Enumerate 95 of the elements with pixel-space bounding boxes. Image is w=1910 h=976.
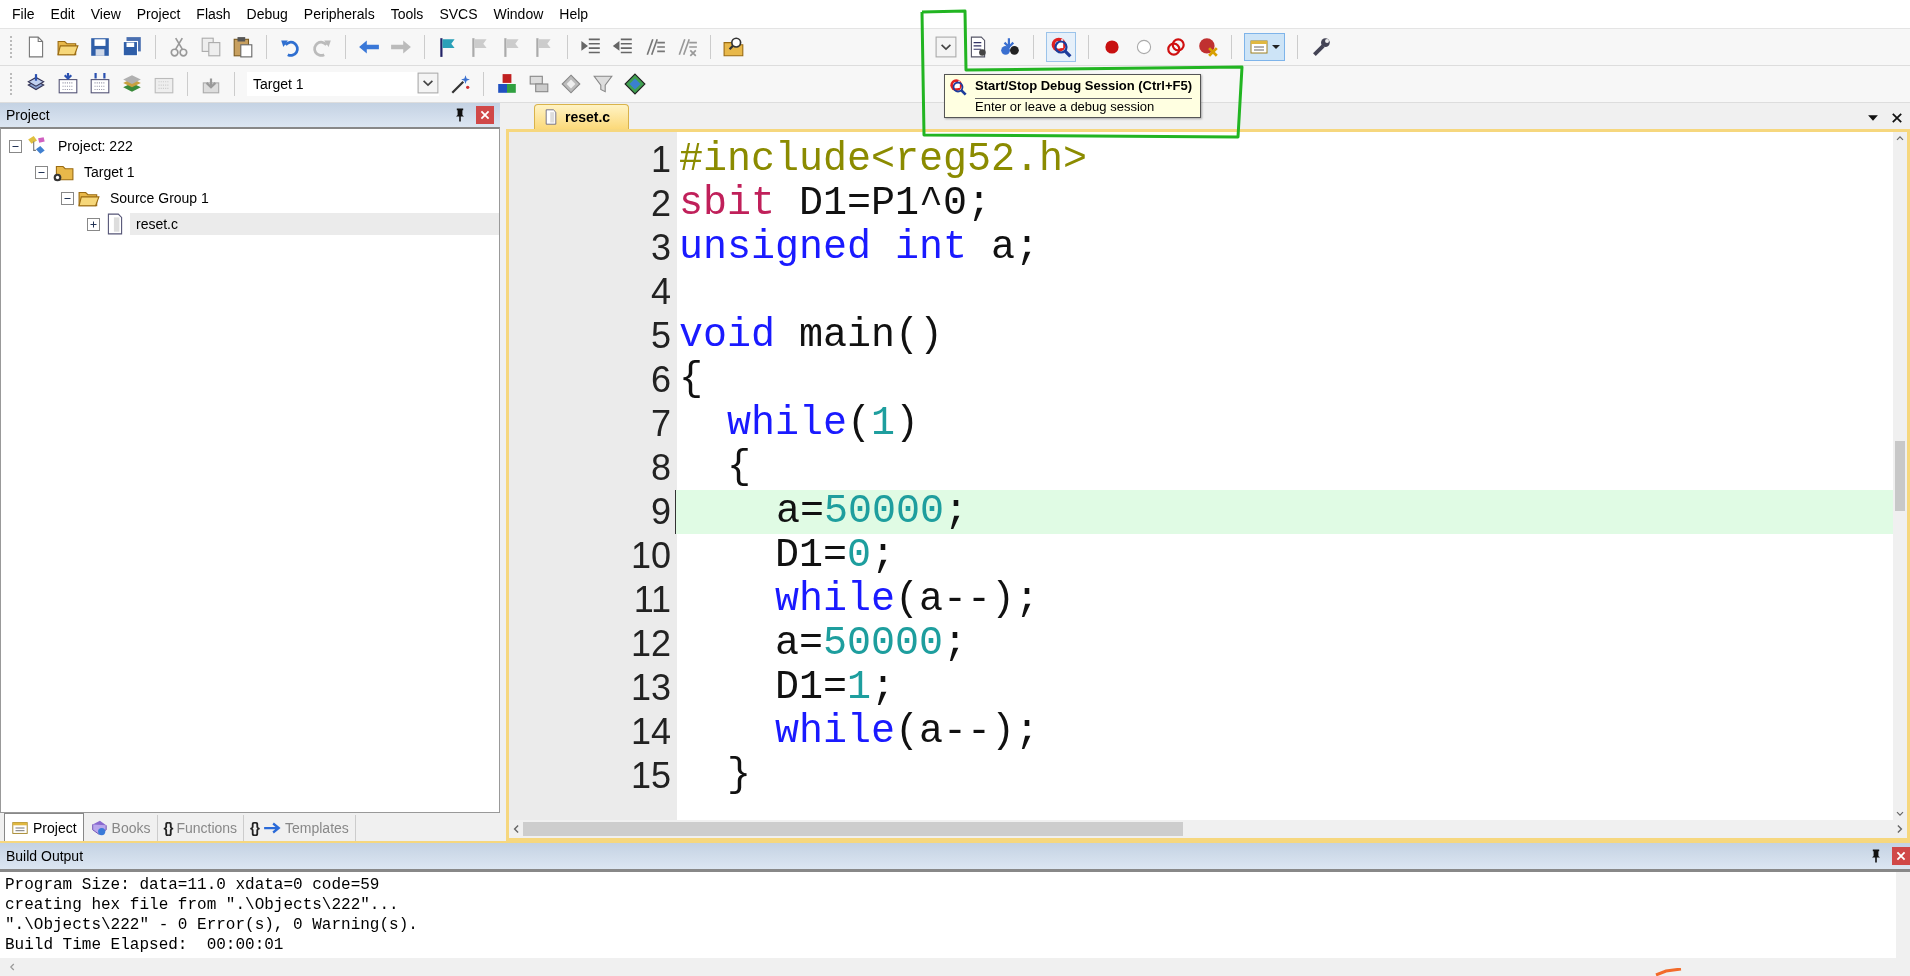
caret-icon (417, 71, 439, 94)
code-line: { (726, 446, 752, 490)
file-tab[interactable]: reset.c (534, 104, 630, 129)
line-number: 10 (629, 534, 672, 578)
diamond-icon[interactable] (560, 73, 582, 95)
caret-icon (1272, 45, 1280, 49)
code-line: D1=0; (774, 534, 897, 578)
panel-tab[interactable]: Project (4, 813, 84, 841)
menu-item[interactable]: Tools (382, 6, 432, 22)
scroll-thumb[interactable] (1895, 441, 1905, 511)
menu-item[interactable]: Edit (42, 6, 83, 22)
tree-item[interactable]: Target 1 (78, 161, 141, 183)
menu-item[interactable]: Debug (238, 6, 296, 22)
line-number: 6 (649, 358, 672, 402)
books-icon (89, 819, 108, 837)
line-number: 8 (649, 446, 672, 490)
output-line: Program Size: data=11.0 xdata=0 code=59 (5, 875, 381, 895)
braces-icon: {} (250, 820, 259, 836)
wrench-icon[interactable] (1310, 36, 1332, 58)
rebuild-icon[interactable] (89, 73, 111, 95)
menu-item[interactable]: View (82, 6, 129, 22)
dropdown-button[interactable] (935, 36, 957, 58)
line-number: 14 (629, 710, 672, 754)
menu-item[interactable]: Window (485, 6, 552, 22)
menu-item[interactable]: Peripherals (295, 6, 383, 22)
line-number: 11 (632, 578, 672, 622)
braces-icon: {} (163, 820, 173, 836)
menu-item[interactable]: File (4, 6, 43, 22)
output-line: creating hex file from ".\Objects\222"... (5, 895, 400, 915)
code-line: #include<reg52.h> (678, 138, 1089, 182)
horizontal-scrollbar[interactable] (509, 820, 1907, 838)
menu-item[interactable]: SVCS (431, 6, 486, 22)
remove-breakpoints-icon[interactable] (1197, 36, 1219, 58)
line-number: 13 (629, 666, 672, 710)
file-icon (543, 109, 559, 125)
line-number: 1 (649, 138, 672, 182)
comment-icon[interactable] (644, 36, 666, 58)
line-number: 3 (649, 226, 672, 270)
collapse-icon[interactable] (35, 165, 48, 179)
funnel-icon[interactable] (592, 73, 614, 95)
grid-icon[interactable] (624, 73, 646, 95)
line-number: 2 (649, 182, 672, 226)
tree-item[interactable]: Project: 222 (52, 135, 139, 157)
menu-item[interactable]: Flash (188, 6, 239, 22)
code-line: { (678, 358, 704, 402)
breakpoints-icon[interactable] (1165, 36, 1187, 58)
windows-icon[interactable] (528, 73, 550, 95)
code-line: sbit D1=P1^0; (678, 182, 993, 226)
cut-icon[interactable] (168, 36, 190, 58)
magic-wand-icon[interactable] (449, 73, 471, 95)
line-number: 7 (649, 402, 672, 446)
scroll-thumb[interactable] (523, 822, 1183, 836)
line-number: 5 (649, 314, 672, 358)
code-line: unsigned int a; (678, 226, 1041, 270)
output-line: Build Time Elapsed: 00:00:01 (5, 935, 285, 955)
download-icon[interactable] (999, 36, 1021, 58)
annotation-mark (1654, 968, 1684, 976)
line-number: 9 (649, 490, 672, 534)
components-icon[interactable] (496, 73, 518, 95)
collapse-icon[interactable] (9, 139, 22, 153)
line-number: 12 (629, 622, 672, 666)
tree-item[interactable]: reset.c (130, 213, 499, 235)
window-icon (1249, 37, 1269, 57)
code-line: while(1) (726, 402, 921, 446)
panel-title: Build Output (6, 848, 84, 864)
code-line: D1=1; (774, 666, 897, 710)
debug-icon (949, 78, 967, 96)
save-icon[interactable] (89, 36, 111, 58)
vertical-scrollbar[interactable] (1896, 872, 1910, 958)
uncomment-icon[interactable] (676, 36, 698, 58)
code-line: while(a--); (774, 578, 1041, 622)
menu-item[interactable]: Help (551, 6, 597, 22)
project-icon (26, 135, 48, 157)
collapse-icon[interactable] (61, 191, 74, 205)
panel-title: Project (6, 107, 50, 123)
debug-icon[interactable] (1050, 36, 1072, 58)
build-icon[interactable] (57, 73, 79, 95)
code-line: while(a--); (774, 710, 1041, 754)
line-number: 4 (649, 270, 672, 314)
paste-icon[interactable] (232, 36, 254, 58)
target-dropdown[interactable]: Target 1 (247, 72, 439, 96)
tooltip-title: Start/Stop Debug Session (Ctrl+F5) (975, 78, 1193, 99)
save-all-icon[interactable] (121, 36, 143, 58)
menu-item[interactable]: Project (128, 6, 189, 22)
code-line: } (726, 754, 752, 798)
find-in-files-icon[interactable] (723, 36, 745, 58)
tree-item[interactable]: Source Group 1 (104, 187, 215, 209)
code-line: a=50000; (774, 622, 969, 666)
tooltip-text: Enter or leave a debug session (975, 99, 1156, 114)
line-number: 15 (629, 754, 672, 798)
output-line: ".\Objects\222" - 0 Error(s), 0 Warning(s). (5, 915, 419, 935)
vertical-scrollbar[interactable] (1893, 132, 1907, 820)
expand-icon[interactable] (87, 217, 100, 231)
code-line: void main() (678, 314, 945, 358)
close-icon[interactable] (1890, 111, 1904, 125)
